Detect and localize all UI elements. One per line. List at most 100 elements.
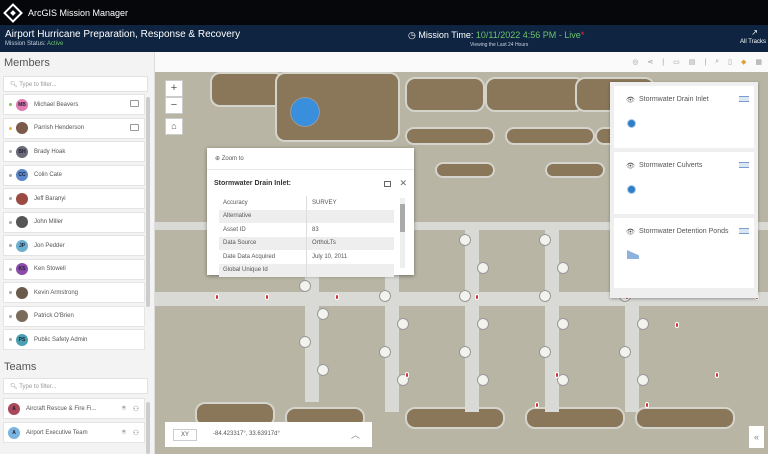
member-name: Brady Hoak [34,148,66,155]
avatar: BH [16,145,28,158]
clock-icon: ◷ [408,30,416,40]
airfield-block [485,77,585,112]
search-icon[interactable]: ⌕ [715,58,719,66]
drain-inlet-marker [645,402,649,408]
avatar: CC [16,169,28,181]
avatar [16,192,28,205]
menu-icon[interactable] [739,162,749,168]
all-tracks-button[interactable]: All Tracks [740,39,766,45]
location-icon[interactable]: ⍟ [122,429,126,437]
status-dot [9,244,12,247]
coordinate-readout: -84.423317°, 33.63917d° [213,431,280,437]
zoom-in-button[interactable]: + [165,80,183,97]
legend-panel: 👁︎ Stormwater Drain Inlet 👁︎ Stormwater Cu… [610,82,758,298]
member-item[interactable]: Parrish Henderson [3,117,145,139]
bookmark-icon[interactable]: ▯ [728,58,732,66]
drain-inlet-marker [535,402,539,408]
airfield-block [405,407,505,429]
arcgis-logo-icon [3,2,23,23]
coordinate-mode-button[interactable]: XY [173,429,197,441]
monitor-icon [130,123,139,131]
collapse-panel-button[interactable]: « [749,426,764,448]
team-members-icon[interactable]: ⚇ [133,405,139,413]
tracks-icon[interactable]: ↗ [751,28,758,37]
location-icon[interactable]: ⍟ [122,405,126,413]
avatar: PS [16,333,28,346]
status-dot [9,197,12,200]
viewing-range: Viewing the Last 24 Hours [470,42,529,48]
member-item[interactable]: BH Brady Hoak [3,141,145,162]
members-heading: Members [4,57,50,69]
member-item[interactable]: CC Colin Cate [3,164,145,186]
team-members-icon[interactable]: ⚇ [133,429,139,437]
member-item[interactable]: PS Public Safety Admin [3,329,145,350]
aircraft-gate [459,290,471,302]
members-filter-input[interactable]: 🔍︎ Type to filter... [3,76,148,92]
concourse [465,222,479,412]
legend-layer: 👁︎ Stormwater Detention Ponds [614,218,754,288]
legend-icon[interactable]: ▦ [755,58,762,66]
avatar [16,310,28,322]
eye-icon[interactable]: 👁︎ [626,96,635,104]
drain-inlet-marker [555,372,559,378]
aircraft-gate [299,336,311,348]
member-item[interactable]: KS Ken Stowell [3,258,145,280]
attribute-row: Alternative [219,209,394,223]
airfield-block [505,127,595,145]
zoom-to-button[interactable]: ⊕ Zoom to [207,148,414,170]
member-item[interactable]: John Miller [3,211,145,233]
team-item[interactable]: A Airport Executive Team ⍟ ⚇ [3,422,145,443]
member-item[interactable]: Kevin Armstrong [3,282,145,303]
aircraft-gate [619,346,631,358]
teams-filter-input[interactable]: 🔍︎ Type to filter... [3,378,148,394]
member-name: John Miller [34,219,64,225]
status-dot [9,126,12,130]
member-item[interactable]: Jeff Baranyi [3,188,145,209]
aircraft-gate [459,346,471,358]
zoom-out-button[interactable]: − [165,97,183,114]
home-button[interactable]: ⌂ [165,118,183,135]
print-icon[interactable]: ▤ [689,58,696,66]
avatar: KS [16,263,28,275]
app-bar: ArcGIS Mission Manager [0,0,768,25]
app-title: ArcGIS Mission Manager [28,7,129,18]
eye-icon[interactable]: 👁︎ [626,162,635,170]
member-name: Patrick O'Brien [34,313,74,319]
info-icon[interactable]: ◎ [632,58,638,66]
aircraft-gate [557,262,569,274]
chevron-up-icon[interactable]: ︿ [351,428,360,441]
aircraft-gate [539,234,551,246]
status-dot [9,220,12,224]
share-icon[interactable]: ⋖ [647,58,653,66]
attribute-row: Global Unique Id [219,263,394,277]
avatar: JP [16,239,28,252]
attribute-row: Date Data Acquired July 10, 2011 [219,250,394,264]
members-scrollbar[interactable] [146,97,150,307]
status-dot [9,338,12,341]
eye-icon[interactable]: 👁︎ [626,228,635,236]
dock-icon[interactable] [384,181,391,187]
mission-status: Mission Status: Active [5,41,64,47]
status-dot [9,103,12,106]
airfield-block [525,407,625,429]
member-item[interactable]: JP Jon Pedder [3,235,145,256]
member-item[interactable]: Patrick O'Brien [3,305,145,327]
drain-inlet-marker [215,294,219,300]
layers-icon[interactable]: ◆ [741,58,746,66]
member-name: Jon Pedder [34,242,65,249]
menu-icon[interactable] [739,96,749,102]
popup-scrollbar[interactable] [400,198,405,268]
close-icon[interactable]: ✕ [399,178,407,189]
mission-header: Airport Hurricane Preparation, Response … [0,25,768,52]
member-item[interactable]: MB Michael Beavers [3,94,145,115]
aircraft-gate [397,318,409,330]
save-icon[interactable]: ▭ [673,58,680,66]
team-item[interactable]: A Aircraft Rescue & Fire Fi... ⍟ ⚇ [3,398,145,419]
menu-icon[interactable] [739,228,749,234]
mission-title: Airport Hurricane Preparation, Response … [5,29,241,40]
pond-symbol-icon [627,250,639,259]
teams-scrollbar[interactable] [146,402,150,454]
team-name: Airport Executive Team [26,429,88,436]
member-name: Kevin Armstrong [34,289,79,296]
drain-inlet-marker [265,294,269,300]
